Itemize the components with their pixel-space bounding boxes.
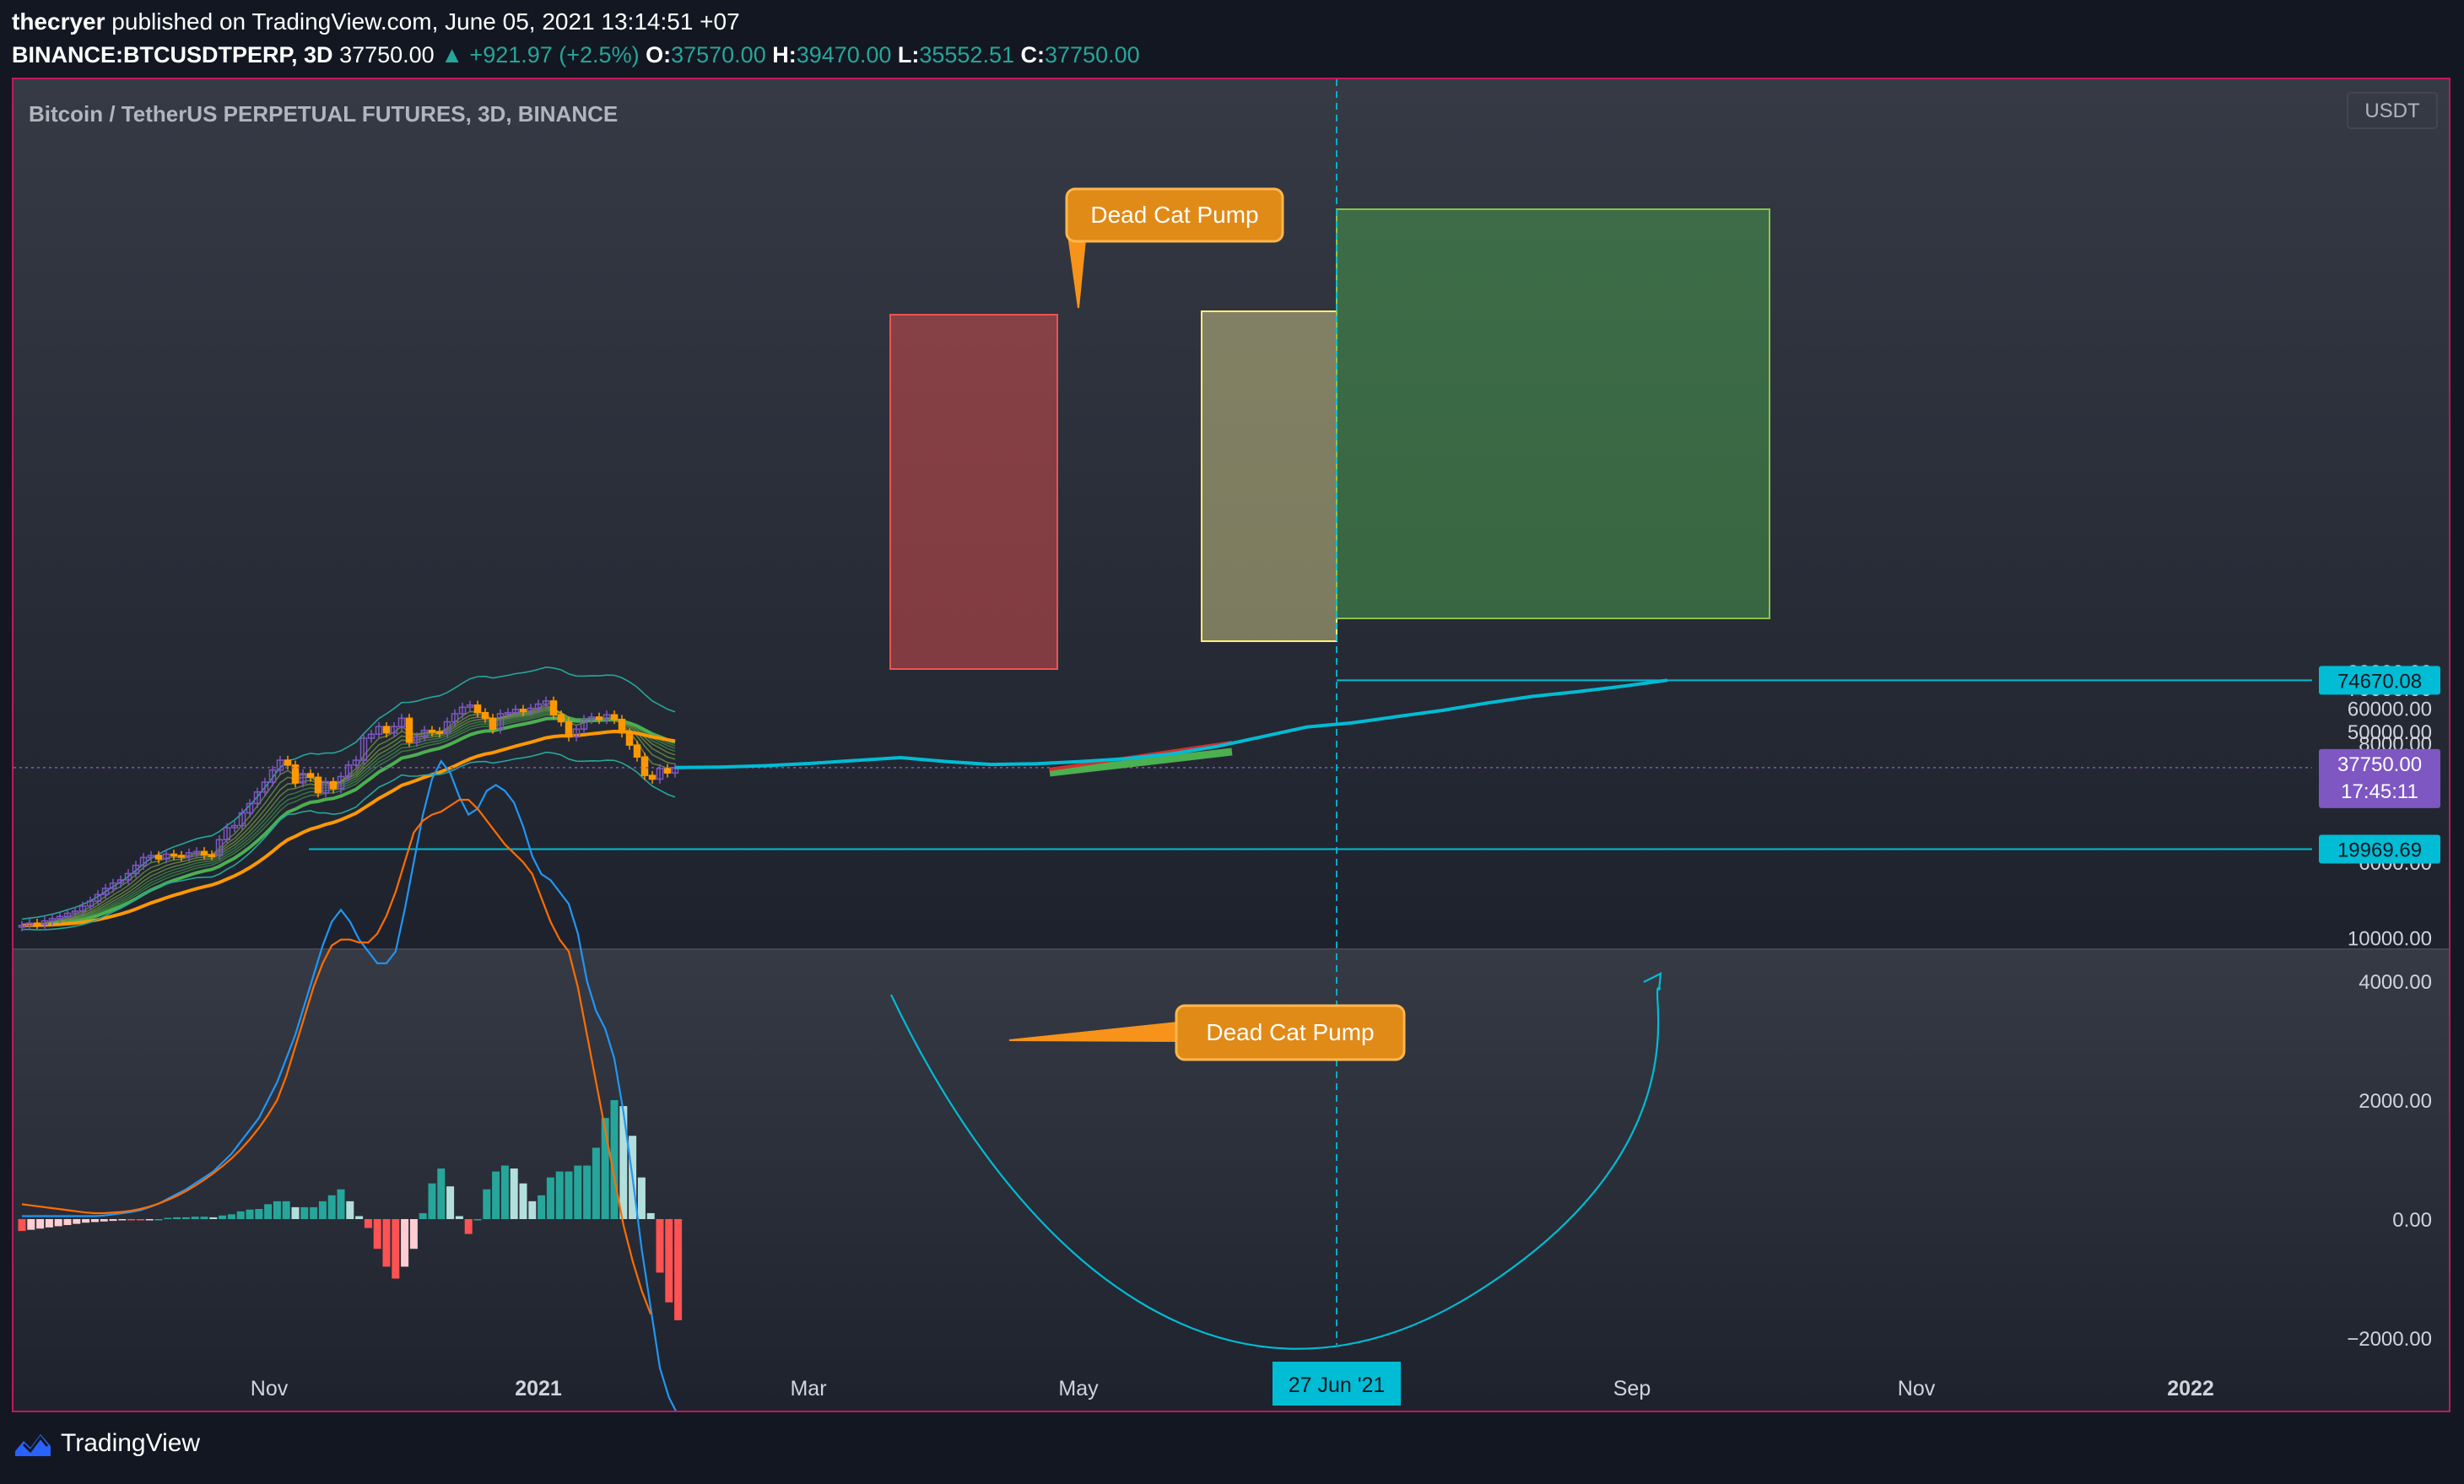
ohlc-legend: BINANCE:BTCUSDTPERP, 3D 37750.00 ▲ +921.… (12, 42, 1140, 67)
price-change: ▲ +921.97 (+2.5%) (440, 42, 640, 67)
open-value: 37570.00 (671, 42, 766, 67)
author-name[interactable]: thecryer (12, 8, 105, 35)
published-text: published on TradingView.com, June 05, 2… (111, 8, 740, 35)
high-value: 39470.00 (796, 42, 892, 67)
chart-frame (12, 78, 2450, 1412)
tradingview-logo-icon[interactable] (14, 1429, 52, 1458)
last-price: 37750.00 (339, 42, 435, 67)
close-value: 37750.00 (1045, 42, 1140, 67)
brand-name[interactable]: TradingView (61, 1429, 200, 1458)
symbol-label: BINANCE:BTCUSDTPERP, 3D (12, 42, 333, 67)
publish-info: thecryer published on TradingView.com, J… (12, 8, 740, 35)
footer: TradingView (14, 1429, 200, 1458)
low-value: 35552.51 (919, 42, 1014, 67)
